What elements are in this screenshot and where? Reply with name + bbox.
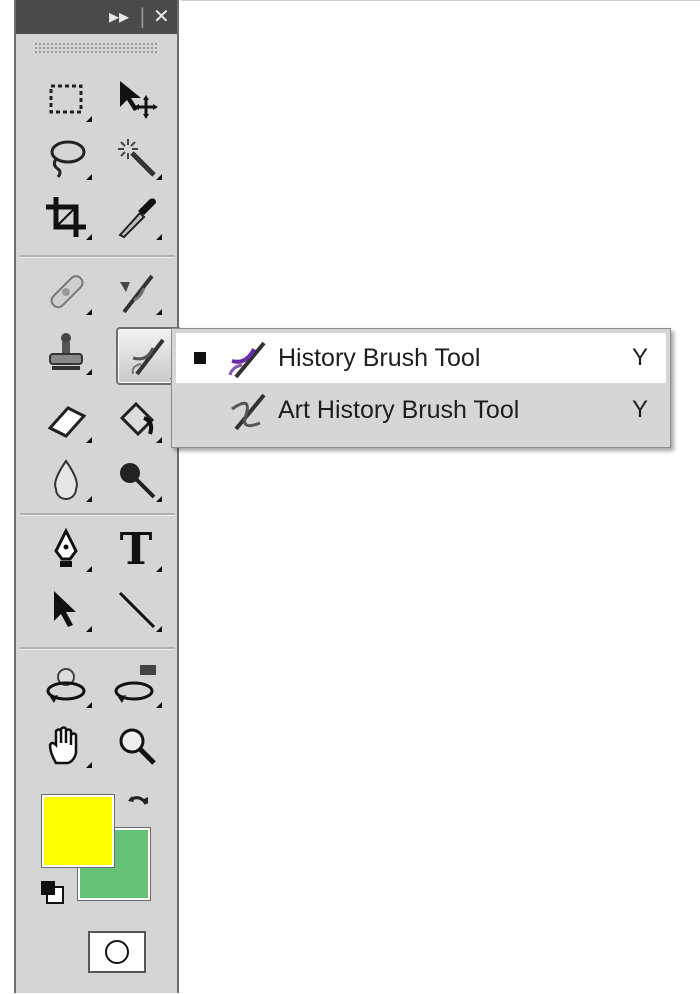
eraser-icon bbox=[47, 406, 87, 438]
tool-3d-rotate[interactable] bbox=[36, 658, 96, 712]
blur-icon bbox=[54, 459, 78, 500]
flyout-item-art-history-brush[interactable]: Art History Brush Tool Y bbox=[176, 385, 666, 435]
history-brush-icon bbox=[228, 341, 266, 379]
tool-hand[interactable] bbox=[36, 718, 96, 772]
panel-grip[interactable] bbox=[34, 42, 159, 54]
tools-panel: ▸▸ | ✕ T bbox=[14, 0, 182, 993]
move-icon bbox=[120, 81, 158, 119]
tool-rectangular-marquee[interactable] bbox=[36, 72, 96, 126]
tool-zoom[interactable] bbox=[106, 718, 166, 772]
line-icon bbox=[118, 591, 156, 629]
tool-eyedropper[interactable] bbox=[106, 190, 166, 244]
type-icon: T bbox=[119, 523, 153, 575]
foreground-color-swatch[interactable] bbox=[41, 794, 115, 868]
history-brush-icon bbox=[131, 338, 165, 376]
dodge-icon bbox=[120, 463, 156, 499]
tool-line[interactable] bbox=[106, 582, 166, 636]
paint-bucket-icon bbox=[119, 401, 155, 437]
tool-pen[interactable] bbox=[36, 522, 96, 576]
tool-dodge[interactable] bbox=[106, 452, 166, 506]
history-brush-flyout: History Brush Tool Y Art History Brush T… bbox=[171, 328, 671, 448]
flyout-item-shortcut: Y bbox=[631, 396, 648, 423]
tool-crop[interactable] bbox=[36, 190, 96, 244]
quick-mask-icon bbox=[105, 940, 129, 964]
tool-magic-wand[interactable] bbox=[106, 130, 166, 184]
tool-lasso[interactable] bbox=[36, 130, 96, 184]
tool-clone-stamp[interactable] bbox=[36, 325, 96, 379]
toolbar-separator bbox=[20, 513, 175, 516]
swap-colors-icon[interactable] bbox=[124, 790, 154, 820]
tool-path-selection[interactable] bbox=[36, 582, 96, 636]
tool-paint-bucket[interactable] bbox=[106, 393, 166, 447]
panel-title-bar: ▸▸ | ✕ bbox=[16, 0, 177, 34]
zoom-icon bbox=[119, 728, 156, 765]
flyout-item-label: Art History Brush Tool bbox=[278, 395, 520, 424]
tool-brush[interactable] bbox=[106, 265, 166, 319]
tool-eraser[interactable] bbox=[36, 393, 96, 447]
3d-rotate-icon bbox=[46, 668, 86, 703]
window-edge bbox=[0, 0, 14, 993]
hand-icon bbox=[48, 726, 78, 765]
selected-bullet-icon bbox=[194, 352, 206, 364]
title-divider: | bbox=[139, 4, 146, 28]
tool-3d-camera-rotate[interactable] bbox=[106, 658, 166, 712]
flyout-item-shortcut: Y bbox=[631, 344, 648, 371]
document-canvas[interactable] bbox=[181, 0, 700, 994]
pen-icon bbox=[54, 527, 78, 567]
quick-mask-button[interactable] bbox=[88, 931, 146, 973]
rectangular-marquee-icon bbox=[49, 84, 83, 114]
flyout-item-label: History Brush Tool bbox=[278, 343, 481, 372]
tool-move[interactable] bbox=[106, 72, 166, 126]
tool-blur[interactable] bbox=[36, 452, 96, 506]
brush-icon bbox=[120, 274, 154, 314]
toolbar-separator bbox=[20, 255, 175, 258]
crop-icon bbox=[46, 197, 86, 237]
tool-type[interactable]: T bbox=[106, 522, 166, 576]
collapse-panel-icon[interactable]: ▸▸ bbox=[109, 6, 129, 26]
tool-healing-brush[interactable] bbox=[36, 265, 96, 319]
lasso-icon bbox=[50, 140, 86, 178]
default-colors-icon[interactable] bbox=[38, 878, 68, 908]
3d-camera-rotate-icon bbox=[114, 665, 156, 703]
flyout-item-history-brush[interactable]: History Brush Tool Y bbox=[176, 333, 666, 383]
bullet-placeholder bbox=[194, 404, 206, 416]
path-selection-icon bbox=[54, 591, 76, 627]
eyedropper-icon bbox=[118, 198, 156, 239]
toolbar-separator bbox=[20, 647, 175, 650]
close-panel-icon[interactable]: ✕ bbox=[153, 6, 170, 26]
clone-stamp-icon bbox=[49, 333, 83, 370]
art-history-brush-icon bbox=[231, 393, 266, 431]
magic-wand-icon bbox=[118, 139, 156, 177]
healing-brush-icon bbox=[50, 275, 84, 309]
